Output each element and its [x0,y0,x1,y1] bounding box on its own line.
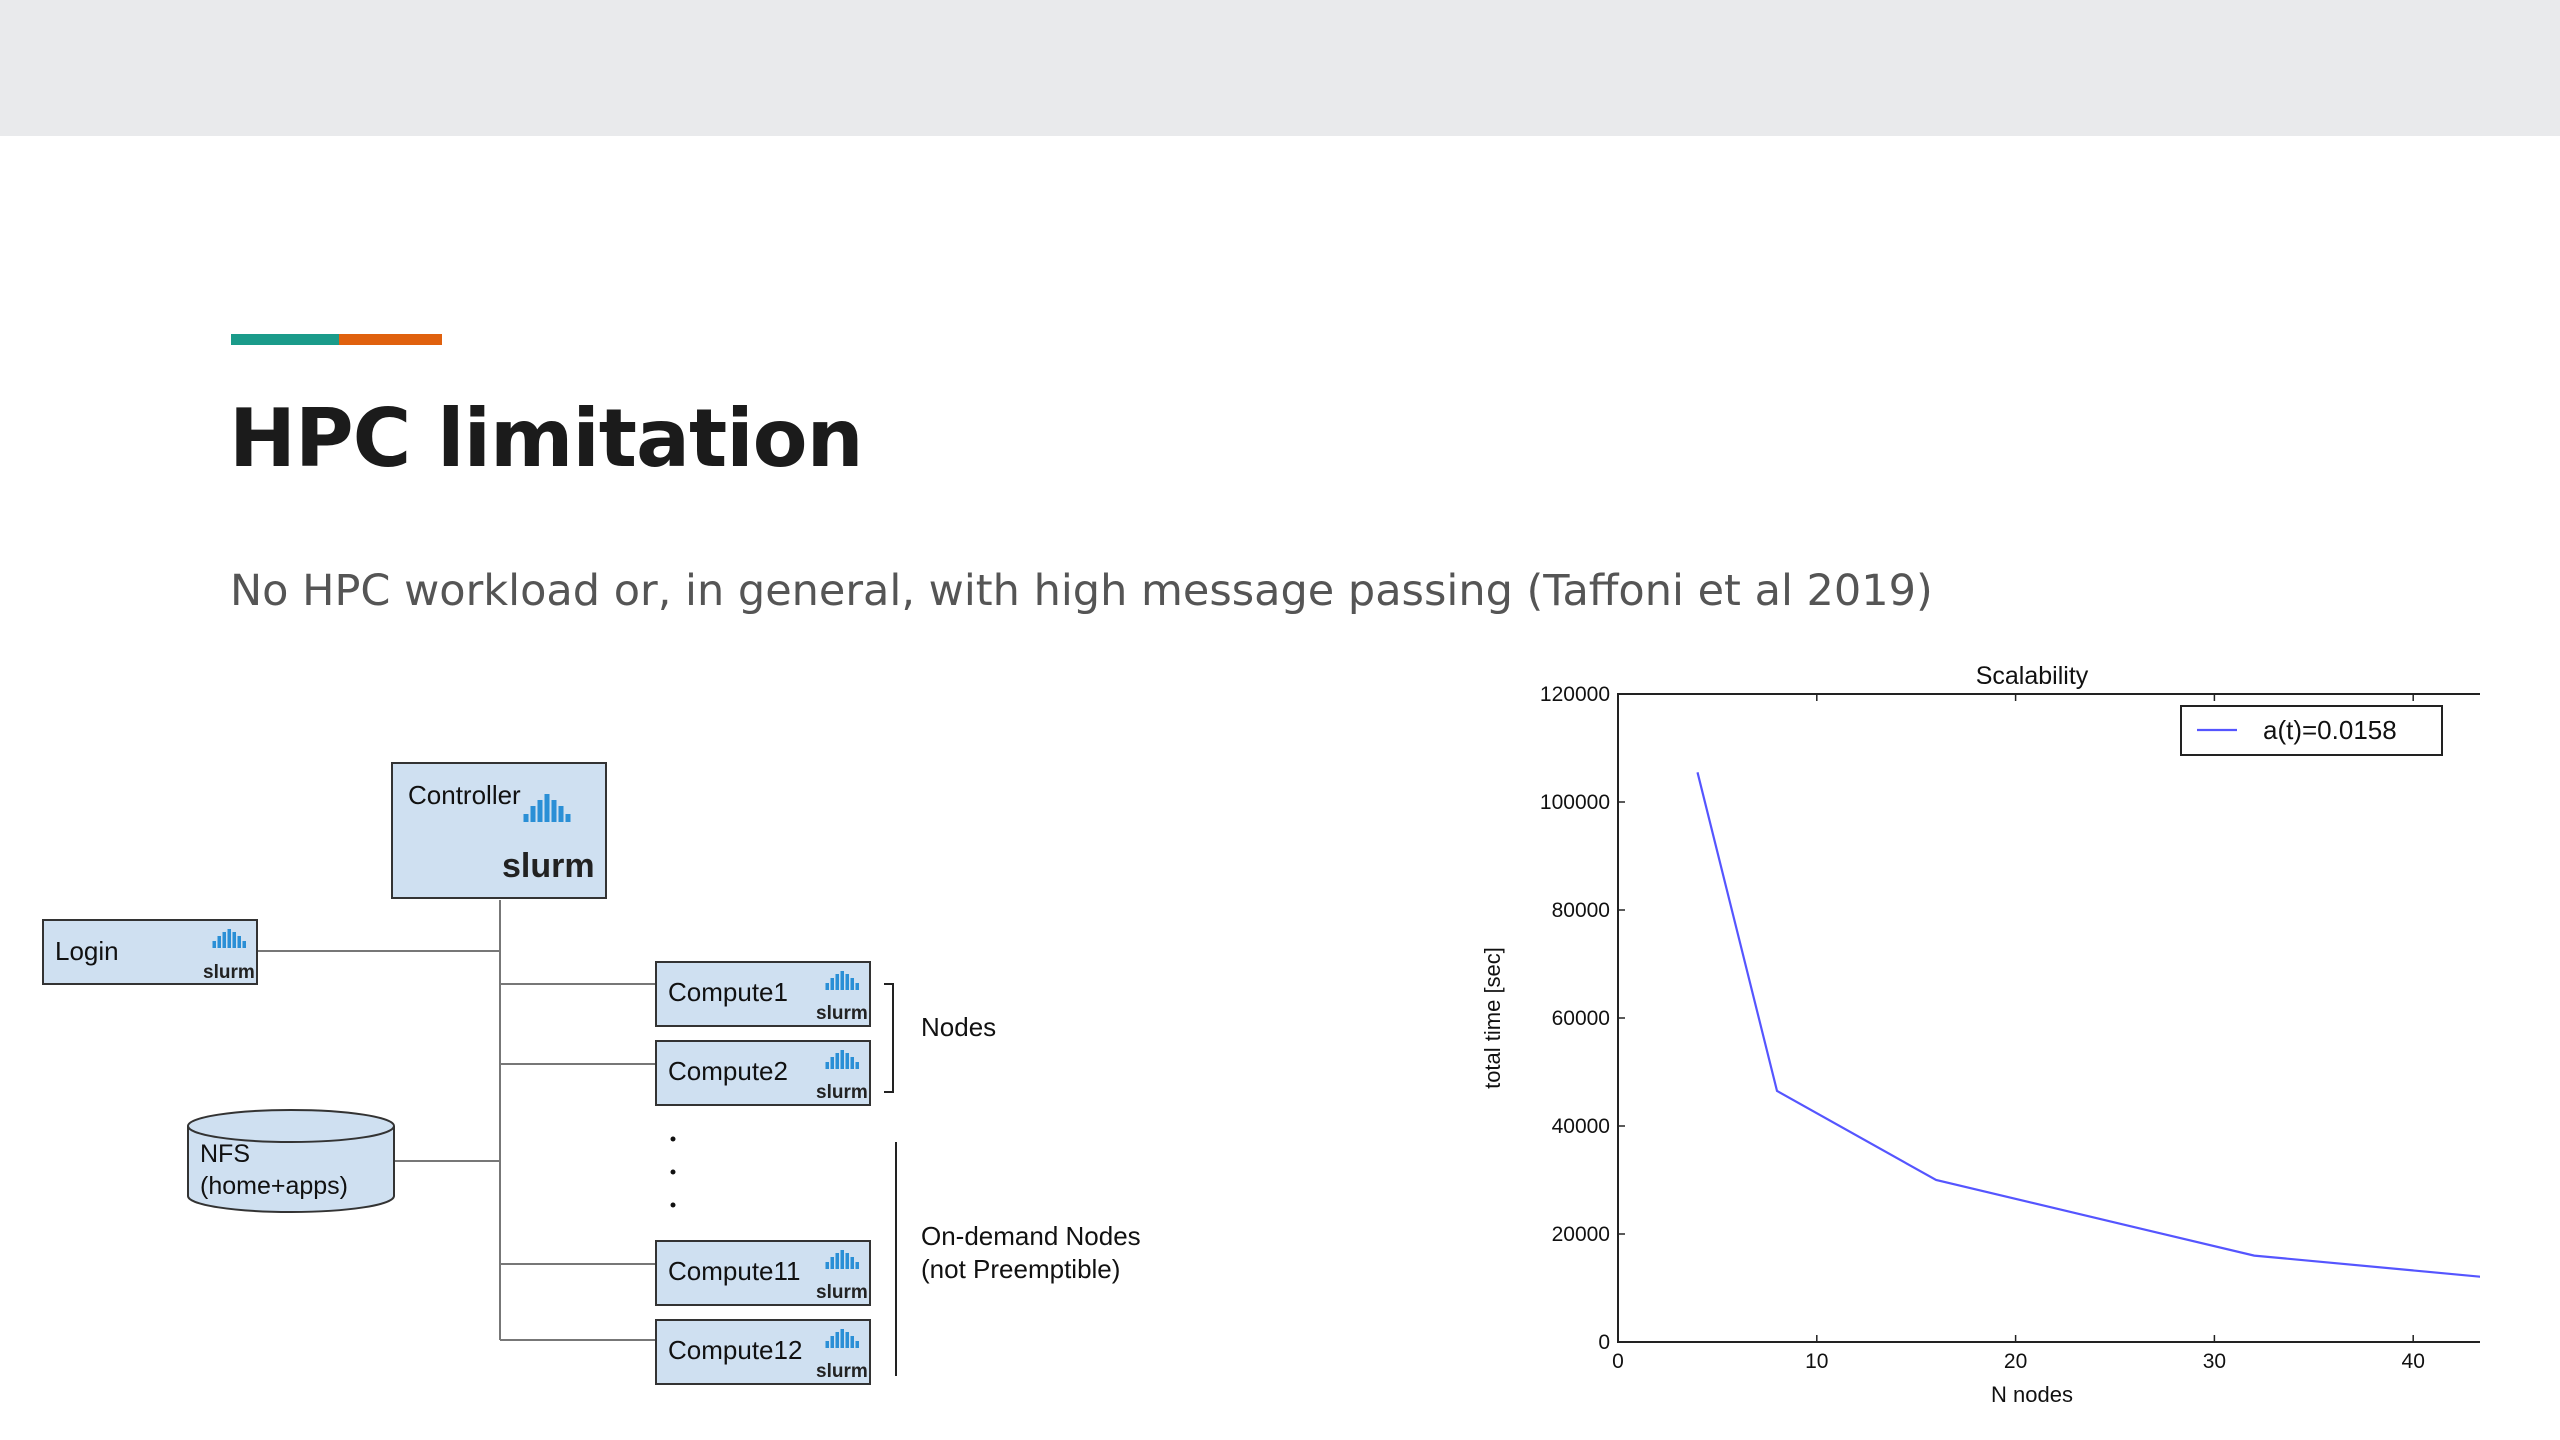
slurm-logo-bar [242,941,246,948]
compute-label: Compute12 [668,1335,802,1365]
slurm-logo-bar [565,814,571,822]
slurm-logo-bar [232,932,236,948]
slurm-logo-bar [840,1250,844,1269]
chart-title: Scalability [1976,662,2089,690]
y-axis-label: total time [sec] [1480,947,1505,1089]
slurm-logo-text: slurm [816,1361,868,1382]
slurm-logo-bar [830,1057,834,1069]
architecture-diagram: Controller slurm Login slurm NFS (home+a… [42,762,1141,1385]
slurm-logo-bar [551,800,557,822]
slurm-logo-bar [227,929,231,948]
legend-label: a(t)=0.0158 [2263,715,2397,745]
x-tick-label: 30 [2203,1350,2226,1373]
nfs-sublabel: (home+apps) [200,1172,348,1200]
slurm-logo-bar [845,1253,849,1269]
x-tick-label: 10 [1805,1350,1828,1373]
slurm-logo-bar [835,1053,839,1069]
login-node: Login slurm [42,919,258,985]
series-line [1696,772,2480,1278]
plot-frame [1617,693,2480,1343]
slurm-logo-bar [558,806,564,822]
slurm-logo-bar [222,932,226,948]
scalability-chart: Scalability 0102030405002000040000600008… [1480,662,2480,1407]
slurm-logo-bar [840,1329,844,1348]
y-tick-label: 20000 [1552,1223,1610,1246]
compute-node: Compute2 slurm [655,1040,871,1106]
y-tick-label: 120000 [1540,683,1610,706]
slurm-logo-bar [840,971,844,990]
slurm-logo-text: slurm [816,1282,868,1303]
nfs-storage: NFS (home+apps) [187,1109,395,1213]
ondemand-group-sublabel: (not Preemptible) [921,1254,1120,1284]
accent-bar-orange [339,334,442,345]
slurm-logo-text: slurm [816,1003,868,1024]
y-tick-label: 100000 [1540,791,1610,814]
slurm-logo-bar [530,806,536,822]
compute-node: Compute12 slurm [655,1319,871,1385]
y-tick-label: 80000 [1552,899,1610,922]
slurm-logo-text: slurm [816,1082,868,1103]
y-tick-label: 40000 [1552,1115,1610,1138]
slurm-logo-bar [544,794,550,822]
x-tick-label: 40 [2402,1350,2425,1373]
slurm-logo-bar [830,978,834,990]
slurm-logo-bar [855,1341,859,1348]
slurm-logo-bar [845,1053,849,1069]
ondemand-group-label: On-demand Nodes [921,1221,1141,1251]
slurm-logo-bar [830,1257,834,1269]
slurm-logo-bar [855,1262,859,1269]
compute-label: Compute2 [668,1056,788,1086]
slurm-logo-bar [212,941,216,948]
slurm-logo-bar [850,1336,854,1348]
slurm-logo-bar [237,936,241,948]
slurm-logo-bar [523,814,529,822]
slurm-logo-bar [830,1336,834,1348]
y-tick-label: 60000 [1552,1007,1610,1030]
slide-subtitle: No HPC workload or, in general, with hig… [230,566,1933,616]
x-tick-label: 20 [2004,1350,2027,1373]
slurm-logo-bar [825,1341,829,1348]
slurm-logo-text: slurm [203,962,255,983]
slurm-logo-bar [855,1062,859,1069]
slurm-logo-bar [855,983,859,990]
slurm-logo-bar [825,1262,829,1269]
nfs-label: NFS [200,1140,250,1168]
compute-node: Compute11 slurm [655,1240,871,1306]
compute-label: Compute1 [668,977,788,1007]
controller-label: Controller [408,780,521,810]
slurm-logo-bar [845,974,849,990]
slurm-logo-bar [850,978,854,990]
top-bar [0,0,2560,136]
login-label: Login [55,936,119,966]
slide-title: HPC limitation [229,392,864,485]
x-axis-label: N nodes [1991,1382,2073,1407]
x-tick-label: 0 [1612,1350,1624,1373]
axis-ticks: 0102030405002000040000600008000010000012… [1540,683,2425,1373]
slurm-logo-bar [850,1257,854,1269]
slurm-logo-bar [537,800,543,822]
y-tick-label: 0 [1598,1331,1610,1354]
slurm-logo-bar [825,983,829,990]
compute-label: Compute11 [668,1256,801,1286]
ellipsis-dots [670,1136,676,1208]
accent-bar-teal [231,334,339,345]
slurm-logo-bar [217,936,221,948]
legend: a(t)=0.0158 [2180,705,2443,756]
slurm-logo-bar [845,1332,849,1348]
slurm-logo-text: slurm [502,847,595,885]
group-brackets [884,983,897,1376]
slurm-logo-bar [835,974,839,990]
controller-node: Controller slurm [391,762,607,899]
slurm-logo-bar [850,1057,854,1069]
slurm-logo-bar [840,1050,844,1069]
slurm-logo-bar [835,1253,839,1269]
compute-node: Compute1 slurm [655,961,871,1027]
nodes-group-label: Nodes [921,1012,996,1042]
slurm-logo-bar [825,1062,829,1069]
slurm-logo-bar [835,1332,839,1348]
